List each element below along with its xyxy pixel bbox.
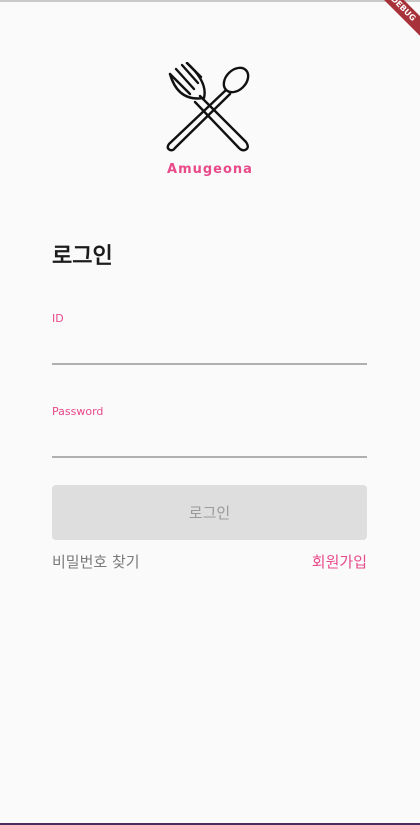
- password-field-underline: [52, 456, 367, 458]
- id-field-underline: [52, 363, 367, 365]
- id-field-label: ID: [52, 312, 64, 325]
- login-button[interactable]: 로그인: [52, 485, 367, 540]
- debug-banner-label: DEBUG: [366, 0, 420, 46]
- password-field-label: Password: [52, 405, 104, 418]
- top-border: [0, 0, 420, 2]
- password-field: Password: [52, 405, 367, 458]
- password-input[interactable]: [52, 432, 367, 456]
- find-password-link[interactable]: 비밀번호 찾기: [52, 551, 140, 572]
- fork-and-spoon-icon: [166, 62, 250, 152]
- signup-link[interactable]: 회원가입: [312, 551, 367, 572]
- id-input[interactable]: [52, 339, 367, 363]
- page-title: 로그인: [52, 244, 113, 269]
- debug-banner: DEBUG: [360, 0, 420, 60]
- brand-name: Amugeona: [167, 162, 253, 177]
- id-field: ID: [52, 312, 367, 365]
